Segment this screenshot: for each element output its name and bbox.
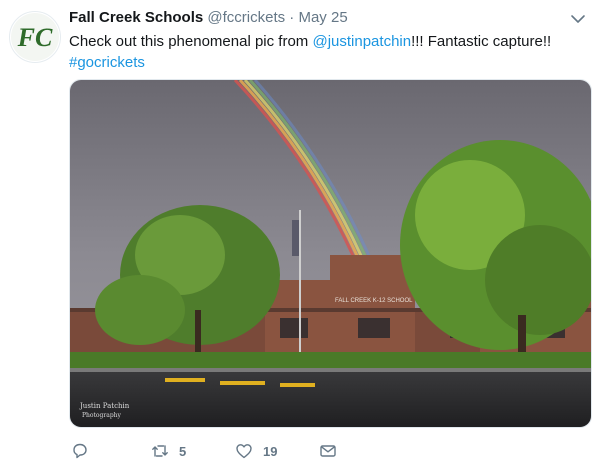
tweet-actions: 5 19 <box>69 440 369 464</box>
retweet-count: 5 <box>179 443 187 459</box>
building-sign: FALL CREEK K-12 SCHOOL <box>335 298 413 304</box>
reply-button[interactable] <box>71 440 99 462</box>
tweet-text-start: Check out this phenomenal pic from <box>69 33 313 50</box>
tweet-text: Check out this phenomenal pic from @just… <box>69 31 584 73</box>
tweet-header: Fall Creek Schools @fccrickets · May 25 <box>69 9 348 26</box>
tweet-date[interactable]: May 25 <box>298 9 347 26</box>
message-button[interactable] <box>319 440 337 462</box>
like-icon <box>236 444 252 459</box>
avatar-initials: FC <box>17 23 53 52</box>
like-button[interactable]: 19 <box>235 440 277 462</box>
reply-icon <box>73 443 87 459</box>
account-handle[interactable]: @fccrickets <box>207 9 285 26</box>
tweet-card: FC Fall Creek Schools @fccrickets · May … <box>0 0 600 469</box>
like-count: 19 <box>263 443 278 459</box>
header-separator: · <box>289 9 295 26</box>
avatar-logo: FC <box>11 13 59 61</box>
chevron-down-icon[interactable] <box>570 11 586 27</box>
retweet-button[interactable]: 5 <box>151 440 186 462</box>
account-name[interactable]: Fall Creek Schools <box>69 9 203 26</box>
mention-link[interactable]: @justinpatchin <box>312 33 411 50</box>
tweet-photo[interactable]: FALL CREEK K-12 SCHOOL Justin Patchin Ph… <box>69 79 592 428</box>
hashtag-link[interactable]: #gocrickets <box>69 54 145 71</box>
tweet-text-end: !!! Fantastic capture!! <box>411 33 552 50</box>
retweet-icon <box>152 445 168 457</box>
watermark-line2: Photography <box>82 412 122 419</box>
message-icon <box>320 445 336 457</box>
photo-image: FALL CREEK K-12 SCHOOL Justin Patchin Ph… <box>70 80 591 427</box>
avatar[interactable]: FC <box>9 11 61 63</box>
watermark-line1: Justin Patchin <box>79 402 130 410</box>
